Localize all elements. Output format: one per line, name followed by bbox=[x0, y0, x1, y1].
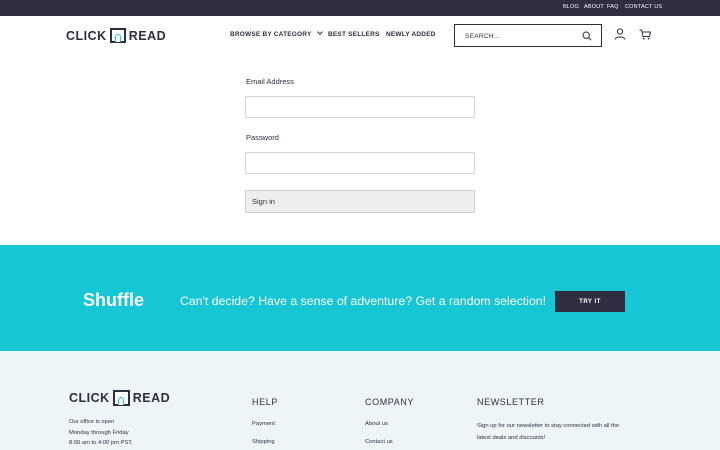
search-icon[interactable] bbox=[582, 31, 592, 41]
search-box bbox=[454, 24, 602, 47]
footer-heading-help: Help bbox=[252, 397, 278, 407]
email-label: Email Address bbox=[246, 77, 294, 86]
user-icon[interactable] bbox=[613, 27, 627, 41]
site-logo[interactable]: CLICK READ bbox=[66, 28, 166, 43]
topbar-link-faq[interactable]: FAQ bbox=[607, 4, 619, 10]
site-header: CLICK READ Browse by Category Best Selle… bbox=[0, 16, 720, 54]
password-field[interactable] bbox=[245, 152, 475, 174]
banner-title: Shuffle bbox=[83, 290, 144, 310]
sign-in-button[interactable]: Sign in bbox=[245, 190, 475, 213]
topbar-link-contact[interactable]: Contact Us bbox=[625, 4, 662, 10]
cart-icon[interactable] bbox=[638, 27, 652, 41]
footer-link-payment[interactable]: Payment bbox=[252, 421, 275, 427]
site-footer: CLICK READ Our office is open Monday thr… bbox=[0, 351, 720, 450]
footer-logo-word-right: READ bbox=[132, 391, 171, 405]
newsletter-text: Sign up for our newsletter to stay conne… bbox=[477, 423, 620, 441]
password-label: Password bbox=[246, 133, 279, 142]
office-hours-line: 8:00 am to 4:00 pm PST. bbox=[69, 440, 133, 446]
shuffle-banner: Shuffle Can't decide? Have a sense of ad… bbox=[0, 245, 720, 351]
topbar-link-about[interactable]: About bbox=[584, 4, 604, 10]
nav-browse-by-category[interactable]: Browse by Category bbox=[230, 29, 323, 38]
footer-logo-word-left: CLICK bbox=[69, 391, 110, 405]
footer-logo-door-icon bbox=[112, 390, 130, 406]
logo-word-left: CLICK bbox=[66, 28, 107, 43]
office-hours-line: Our office is open bbox=[69, 419, 115, 425]
topbar-link-blog[interactable]: Blog bbox=[563, 4, 579, 10]
chevron-down-icon bbox=[316, 29, 323, 35]
nav-best-sellers[interactable]: Best Sellers bbox=[328, 31, 380, 38]
footer-link-about-us[interactable]: About us bbox=[365, 421, 388, 427]
email-field[interactable] bbox=[245, 96, 475, 118]
footer-link-shipping[interactable]: Shipping bbox=[252, 439, 275, 445]
office-hours-line: Monday through Friday bbox=[69, 430, 129, 436]
search-input[interactable] bbox=[465, 30, 575, 42]
logo-word-right: READ bbox=[128, 28, 167, 43]
footer-link-contact-us[interactable]: Contact us bbox=[365, 439, 393, 445]
banner-text: Can't decide? Have a sense of adventure?… bbox=[180, 294, 547, 308]
footer-heading-company: Company bbox=[365, 397, 415, 407]
nav-browse-label: Browse by Category bbox=[230, 31, 312, 38]
try-it-button[interactable]: Try It bbox=[555, 291, 625, 312]
top-utility-bar: Blog About FAQ Contact Us bbox=[0, 0, 720, 16]
footer-heading-newsletter: Newsletter bbox=[477, 397, 545, 407]
footer-logo[interactable]: CLICK READ bbox=[69, 390, 170, 406]
nav-newly-added[interactable]: Newly Added bbox=[386, 31, 436, 38]
logo-door-icon bbox=[109, 28, 126, 43]
